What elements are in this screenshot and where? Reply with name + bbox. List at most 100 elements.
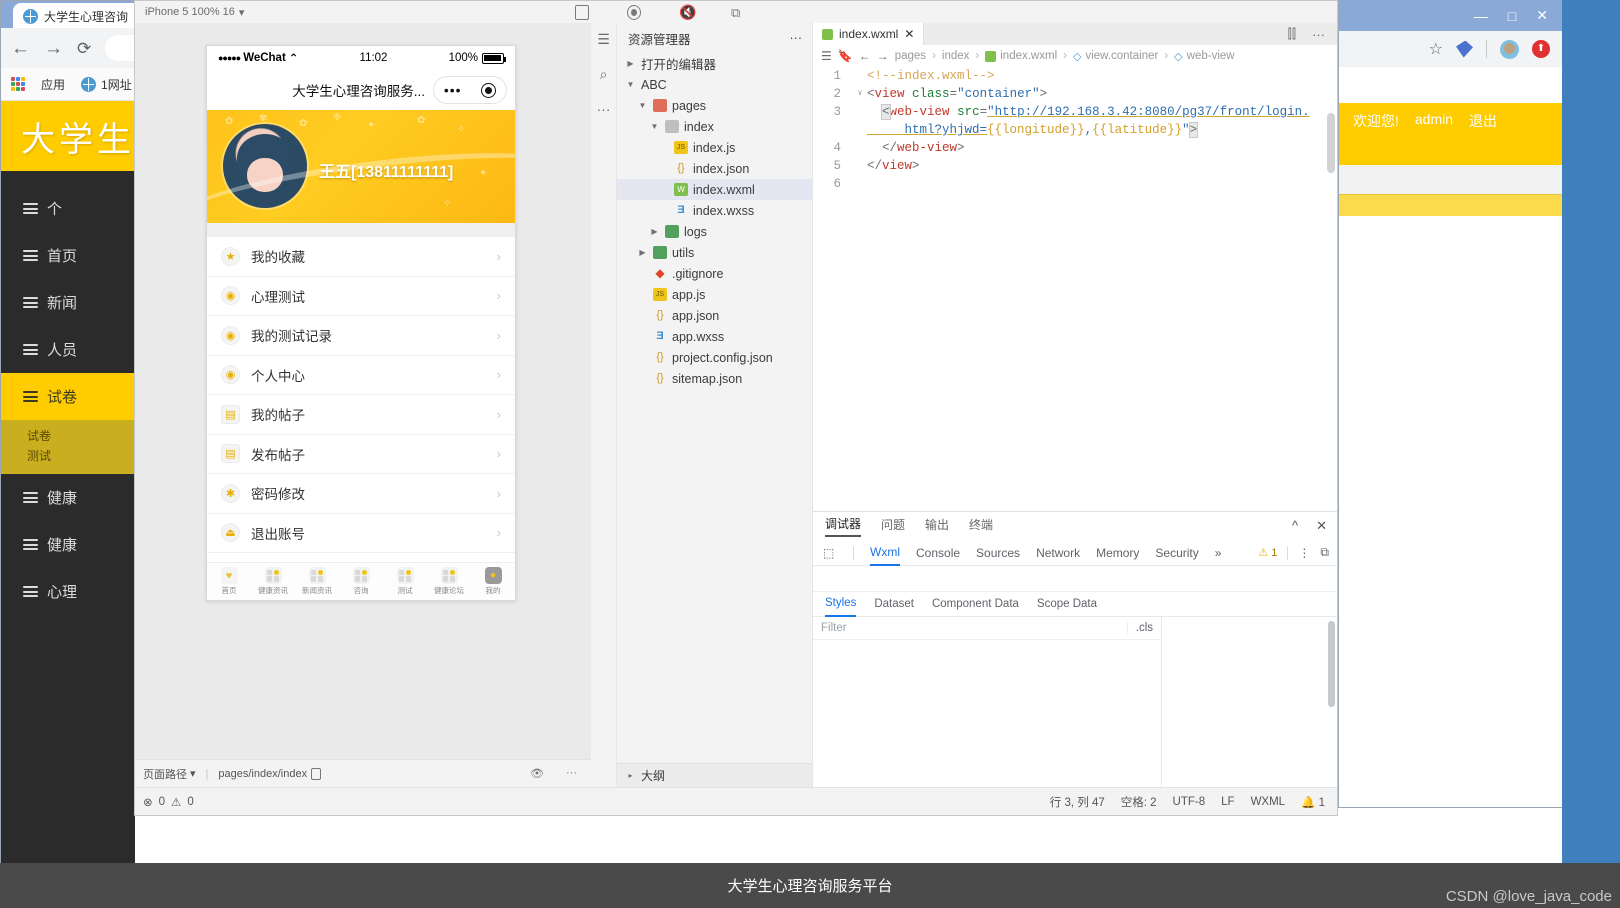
- submenu-item-test[interactable]: 测试: [27, 446, 135, 466]
- menu-item-publish-post[interactable]: ▤ 发布帖子 ›: [207, 435, 515, 474]
- bookmark-site[interactable]: 1网址: [81, 76, 132, 93]
- outline-list-icon[interactable]: ☰: [821, 49, 832, 63]
- minimize-button[interactable]: —: [1474, 8, 1488, 24]
- logout-link[interactable]: 退出: [1469, 111, 1497, 131]
- menu-item-profile[interactable]: ◉ 个人中心 ›: [207, 356, 515, 395]
- extension-icon[interactable]: [1456, 40, 1473, 58]
- subtab-component-data[interactable]: Component Data: [932, 598, 1019, 610]
- explorer-section-project[interactable]: ▼ ABC: [617, 74, 812, 95]
- code-editor[interactable]: 1 <!--index.wxml--> 2 ∨ <view class="con…: [813, 67, 1337, 511]
- apps-grid-icon[interactable]: [11, 77, 25, 91]
- avatar[interactable]: [223, 124, 307, 208]
- forward-icon[interactable]: →: [877, 49, 889, 63]
- menu-item-my-posts[interactable]: ▤ 我的帖子 ›: [207, 395, 515, 435]
- sidebar-item-health1[interactable]: 健康: [1, 474, 135, 521]
- subtab-styles[interactable]: Styles: [825, 592, 857, 617]
- submenu-item-exam[interactable]: 试卷: [27, 426, 135, 446]
- breadcrumb-item-web-view[interactable]: ◇ web-view: [1174, 50, 1234, 63]
- search-icon[interactable]: ⌕: [600, 66, 608, 83]
- menu-item-test-records[interactable]: ◉ 我的测试记录 ›: [207, 316, 515, 356]
- panel-tab-problems[interactable]: 问题: [881, 516, 905, 536]
- sidebar-item-psych[interactable]: 心理: [1, 568, 135, 615]
- encoding-setting[interactable]: UTF-8: [1173, 796, 1206, 808]
- breadcrumb-item-file[interactable]: index.wxml: [985, 50, 1057, 62]
- tree-item-logs[interactable]: ▶ logs: [617, 221, 812, 242]
- devtools-tab-network[interactable]: Network: [1036, 546, 1080, 560]
- tree-item-utils[interactable]: ▶ utils: [617, 242, 812, 263]
- close-button[interactable]: ✕: [1536, 7, 1548, 24]
- tab-mine[interactable]: ● 我的: [471, 567, 515, 596]
- more-icon[interactable]: ···: [597, 101, 611, 117]
- filter-input[interactable]: Filter: [821, 622, 847, 634]
- notification-icon[interactable]: [1532, 40, 1550, 58]
- close-target-icon[interactable]: [481, 82, 497, 98]
- bookmark-apps[interactable]: 应用: [41, 76, 65, 93]
- tree-item-sitemap[interactable]: {} sitemap.json: [617, 368, 812, 389]
- fold-marker[interactable]: [853, 139, 867, 157]
- record-icon[interactable]: [627, 4, 641, 20]
- tree-item-project-config[interactable]: {} project.config.json: [617, 347, 812, 368]
- collapse-icon[interactable]: ^: [1292, 518, 1298, 534]
- avatar[interactable]: [1500, 39, 1519, 59]
- kebab-menu-icon[interactable]: ⋮: [1298, 546, 1310, 560]
- breadcrumb-item-index[interactable]: index: [942, 50, 970, 62]
- sidebar-submenu[interactable]: 试卷 测试: [1, 420, 135, 474]
- tree-item-pages[interactable]: ▼ pages: [617, 95, 812, 116]
- devtools-tab-security[interactable]: Security: [1155, 546, 1198, 560]
- tree-item-index-js[interactable]: JS index.js: [617, 137, 812, 158]
- tree-item-index-wxss[interactable]: Ǝ index.wxss: [617, 200, 812, 221]
- sidebar-item-staff[interactable]: 人员: [1, 326, 135, 373]
- more-icon[interactable]: ···: [790, 31, 803, 45]
- tree-item-app-wxss[interactable]: Ǝ app.wxss: [617, 326, 812, 347]
- tree-item-index-json[interactable]: {} index.json: [617, 158, 812, 179]
- forward-icon[interactable]: →: [44, 39, 63, 58]
- notification-bell-group[interactable]: 🔔 1: [1301, 795, 1325, 809]
- more-icon[interactable]: •••: [444, 83, 462, 97]
- back-icon[interactable]: ←: [11, 39, 30, 58]
- eol-setting[interactable]: LF: [1221, 796, 1234, 808]
- reload-icon[interactable]: ⟳: [77, 40, 91, 57]
- copy-icon[interactable]: [311, 767, 322, 780]
- close-icon[interactable]: ✕: [1316, 518, 1327, 534]
- inspect-element-icon[interactable]: ⬚: [823, 546, 837, 560]
- devtools-tab-sources[interactable]: Sources: [976, 546, 1020, 560]
- sidebar-item-personal[interactable]: 个: [1, 185, 135, 232]
- tab-consult[interactable]: 咨询: [339, 567, 383, 596]
- devtools-tab-memory[interactable]: Memory: [1096, 546, 1139, 560]
- split-icon[interactable]: ⧉: [731, 5, 745, 20]
- tree-item-app-js[interactable]: JS app.js: [617, 284, 812, 305]
- breadcrumb-item-pages[interactable]: pages: [895, 50, 926, 62]
- tree-item-index-wxml[interactable]: W index.wxml: [617, 179, 812, 200]
- devtools-tab-overflow[interactable]: »: [1215, 546, 1222, 560]
- menu-item-favorites[interactable]: ★ 我的收藏 ›: [207, 237, 515, 277]
- tab-health-news[interactable]: 健康资讯: [251, 567, 295, 596]
- styles-scrollbar[interactable]: [1328, 621, 1335, 707]
- indent-setting[interactable]: 空格: 2: [1121, 794, 1157, 810]
- devtools-tab-console[interactable]: Console: [916, 546, 960, 560]
- breadcrumb-item-view-container[interactable]: ◇ view.container: [1073, 50, 1158, 63]
- more-icon[interactable]: ···: [566, 767, 577, 780]
- status-problems[interactable]: ⊗ 0 ⚠ 0: [135, 795, 194, 809]
- fold-marker[interactable]: [853, 103, 867, 139]
- sidebar-item-health2[interactable]: 健康: [1, 521, 135, 568]
- more-icon[interactable]: ···: [1312, 27, 1325, 42]
- panel-tab-terminal[interactable]: 终端: [969, 516, 993, 536]
- language-mode[interactable]: WXML: [1251, 796, 1286, 808]
- subtab-dataset[interactable]: Dataset: [874, 598, 914, 610]
- tab-news[interactable]: 新闻资讯: [295, 567, 339, 596]
- mute-icon[interactable]: 🔇: [679, 4, 696, 20]
- bookmark-icon[interactable]: 🔖: [838, 49, 853, 63]
- tree-item-index-folder[interactable]: ▼ index: [617, 116, 812, 137]
- wechat-capsule[interactable]: •••: [433, 76, 507, 104]
- fold-marker[interactable]: ∨: [853, 85, 867, 103]
- tab-test[interactable]: 测试: [383, 567, 427, 596]
- cls-button[interactable]: .cls: [1126, 622, 1161, 634]
- split-editor-icon[interactable]: ⫿⫿: [1288, 26, 1296, 42]
- close-icon[interactable]: ✕: [904, 27, 914, 41]
- subtab-scope-data[interactable]: Scope Data: [1037, 598, 1097, 610]
- back-icon[interactable]: ←: [859, 49, 871, 63]
- devtools-tab-wxml[interactable]: Wxml: [870, 540, 900, 566]
- tab-forum[interactable]: 健康论坛: [427, 567, 471, 596]
- sidebar-item-news[interactable]: 新闻: [1, 279, 135, 326]
- sidebar-item-home[interactable]: 首页: [1, 232, 135, 279]
